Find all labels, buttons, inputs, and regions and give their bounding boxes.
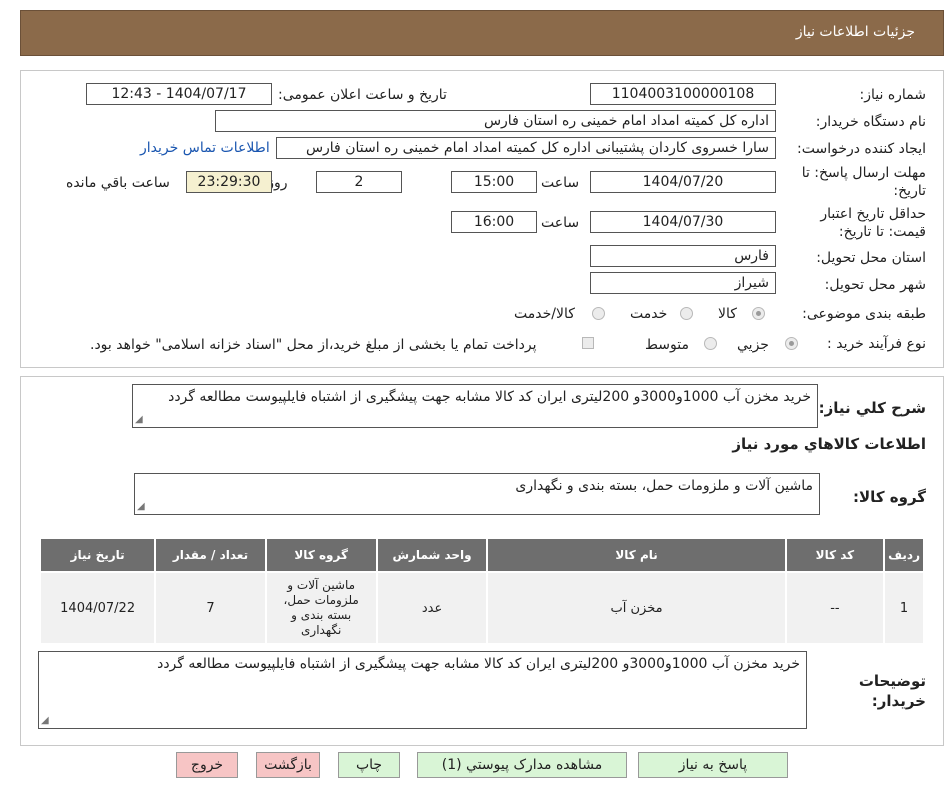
validity-time-label: ساعت	[541, 215, 580, 231]
reply-time-field: 15:00	[451, 171, 537, 193]
cell-code: --	[784, 571, 886, 645]
col-code-header: کد کالا	[784, 537, 886, 573]
buyer-org-field: اداره کل کمیته امداد امام خمینی ره استان…	[215, 110, 776, 132]
need-number-label: شماره نیاز:	[859, 87, 927, 103]
need-number-field: 1104003100000108	[590, 83, 776, 105]
treasury-payment-note: پرداخت تمام یا بخشی از مبلغ خرید،از محل …	[90, 337, 537, 353]
col-date-header: تاریخ نیاز	[38, 537, 157, 573]
process-radio-medium[interactable]	[704, 337, 717, 350]
cell-group: ماشین آلات و ملزومات حمل، بسته بندی و نگ…	[264, 571, 378, 645]
print-button[interactable]: چاپ	[338, 752, 400, 778]
process-label: نوع فرآیند خرید :	[827, 336, 926, 352]
days-field: 2	[316, 171, 402, 193]
announce-date-field: 1404/07/17 - 12:43	[86, 83, 272, 105]
remaining-time-label: ساعت باقي مانده	[66, 175, 170, 191]
col-name-header: نام کالا	[486, 537, 787, 573]
category-label: طبقه بندی موضوعی:	[802, 306, 926, 322]
process-radio-minor[interactable]	[785, 337, 798, 350]
goods-group-field: ماشین آلات و ملزومات حمل، بسته بندی و نگ…	[134, 473, 820, 515]
need-description-text: خرید مخزن آب 1000و3000و 200لیتری ایران ک…	[168, 389, 811, 405]
reply-date-field: 1404/07/20	[590, 171, 776, 193]
category-radio-service[interactable]	[680, 307, 693, 320]
exit-button[interactable]: خروج	[176, 752, 238, 778]
buyer-notes-label-1: توضیحات	[858, 672, 926, 690]
category-option-goods: کالا	[718, 306, 737, 322]
col-row-header: ردیف	[883, 537, 925, 573]
view-attachments-button[interactable]: مشاهده مدارک پیوستي (1)	[417, 752, 627, 778]
col-unit-header: واحد شمارش	[375, 537, 489, 573]
reply-time-label: ساعت	[541, 175, 580, 191]
creator-label: ایجاد کننده درخواست:	[797, 141, 926, 157]
back-button[interactable]: بازگشت	[256, 752, 320, 778]
buyer-notes-text: خرید مخزن آب 1000و3000و 200لیتری ایران ک…	[157, 656, 800, 672]
validity-label-1: حداقل تاریخ اعتبار	[820, 206, 926, 222]
buyer-notes-field: خرید مخزن آب 1000و3000و 200لیتری ایران ک…	[38, 651, 807, 729]
process-option-minor: جزیي	[737, 337, 769, 353]
col-qty-header: تعداد / مقدار	[154, 537, 267, 573]
remaining-time-field: 23:29:30	[186, 171, 272, 193]
need-description-label: شرح کلي نياز:	[818, 399, 926, 417]
treasury-payment-checkbox[interactable]	[582, 337, 594, 349]
goods-group-text: ماشین آلات و ملزومات حمل، بسته بندی و نگ…	[515, 478, 813, 494]
resize-grip-icon[interactable]: ◢	[137, 501, 145, 512]
cell-name: مخزن آب	[486, 571, 787, 645]
city-label: شهر محل تحویل:	[824, 277, 926, 293]
col-group-header: گروه کالا	[264, 537, 378, 573]
reply-button[interactable]: پاسخ به نیاز	[638, 752, 788, 778]
category-radio-goods[interactable]	[752, 307, 765, 320]
category-option-both: کالا/خدمت	[514, 306, 575, 322]
buyer-notes-label-2: خریدار:	[871, 692, 926, 710]
table-header-row: ردیف کد کالا نام کالا واحد شمارش گروه کا…	[38, 537, 925, 573]
table-row: 1 -- مخزن آب عدد ماشین آلات و ملزومات حم…	[38, 571, 925, 645]
province-label: استان محل تحویل:	[816, 250, 926, 266]
resize-grip-icon[interactable]: ◢	[135, 414, 143, 425]
category-option-service: خدمت	[630, 306, 668, 322]
goods-group-label: گروه کالا:	[853, 488, 926, 506]
creator-field: سارا خسروی کاردان پشتیبانی اداره کل کمیت…	[276, 137, 776, 159]
reply-deadline-label-1: مهلت ارسال پاسخ: تا	[801, 165, 926, 181]
resize-grip-icon[interactable]: ◢	[41, 715, 49, 726]
buyer-org-label: نام دستگاه خریدار:	[815, 114, 926, 130]
cell-date: 1404/07/22	[38, 571, 157, 645]
page-title: جزئیات اطلاعات نیاز	[795, 24, 915, 40]
announce-date-label: تاریخ و ساعت اعلان عمومی:	[278, 87, 447, 103]
cell-row: 1	[883, 571, 925, 645]
page-header: جزئیات اطلاعات نیاز	[20, 10, 944, 56]
validity-time-field: 16:00	[451, 211, 537, 233]
validity-label-2: قیمت: تا تاریخ:	[838, 224, 926, 240]
goods-table: ردیف کد کالا نام کالا واحد شمارش گروه کا…	[38, 537, 925, 645]
province-field: فارس	[590, 245, 776, 267]
process-option-medium: متوسط	[645, 337, 689, 353]
goods-info-title: اطلاعات کالاهاي مورد نياز	[732, 435, 926, 453]
need-description-field: خرید مخزن آب 1000و3000و 200لیتری ایران ک…	[132, 384, 818, 428]
buyer-contact-link[interactable]: اطلاعات تماس خریدار	[140, 140, 270, 156]
cell-qty: 7	[154, 571, 267, 645]
reply-deadline-label-2: تاریخ:	[893, 183, 926, 199]
category-radio-both[interactable]	[592, 307, 605, 320]
validity-date-field: 1404/07/30	[590, 211, 776, 233]
city-field: شیراز	[590, 272, 776, 294]
cell-unit: عدد	[375, 571, 489, 645]
